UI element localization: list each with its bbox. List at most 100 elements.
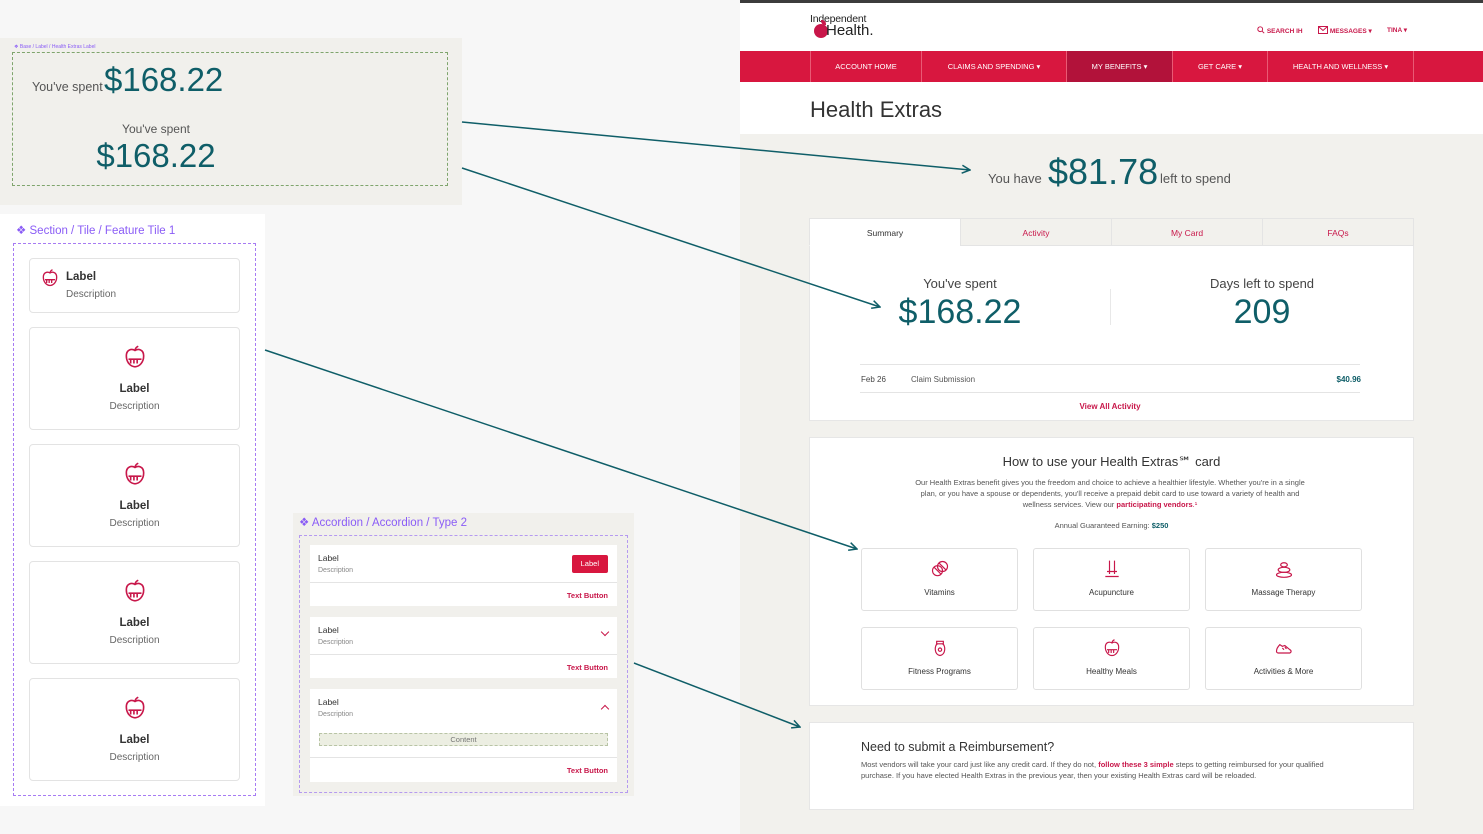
nav-health-and-wellness[interactable]: HEALTH AND WELLNESS ▾ <box>1268 51 1413 82</box>
service-label: Healthy Meals <box>1086 667 1137 676</box>
feature-tile-vertical[interactable]: Label Description <box>29 561 240 664</box>
nav-get-care[interactable]: GET CARE ▾ <box>1173 51 1267 82</box>
view-all-activity-link[interactable]: View All Activity <box>860 402 1360 411</box>
accordion-label: Label <box>318 625 339 635</box>
caret-down-icon: ▾ <box>1368 28 1372 35</box>
nav-claims-and-spending[interactable]: CLAIMS AND SPENDING ▾ <box>922 51 1066 82</box>
messages-label: MESSAGES <box>1329 28 1367 35</box>
apple-icon <box>122 695 148 726</box>
tile-description: Description <box>109 635 160 646</box>
how-to-body: Our Health Extras benefit gives you the … <box>910 477 1310 510</box>
accordion-item[interactable]: Label Description Label Text Button <box>310 545 617 606</box>
service-tile-acupuncture[interactable]: Acupuncture <box>1033 548 1190 611</box>
chevron-down-icon[interactable] <box>600 627 610 637</box>
accordion-label: Label <box>318 553 339 563</box>
text-button[interactable]: Text Button <box>567 766 608 775</box>
caret-down-icon: ▾ <box>1384 62 1389 71</box>
spent-amount: $168.22 <box>898 293 1022 331</box>
accordion-item[interactable]: Label Description Text Button <box>310 617 617 678</box>
service-tile-healthy-meals[interactable]: Healthy Meals <box>1033 627 1190 690</box>
service-tile-massage-therapy[interactable]: Massage Therapy <box>1205 548 1362 611</box>
accordion-divider <box>310 582 617 583</box>
participating-vendors-link[interactable]: participating vendors <box>1116 500 1192 509</box>
annual-earning: Annual Guaranteed Earning: $250 <box>809 521 1414 530</box>
nav-label: MY BENEFITS <box>1091 62 1142 71</box>
vitamins-icon <box>862 559 1017 584</box>
centered-spent-label: You've spent <box>122 122 190 136</box>
accordion-item-expanded[interactable]: Label Description Content Text Button <box>310 689 617 782</box>
messages-menu[interactable]: MESSAGES ▾ <box>1318 26 1372 35</box>
search-label: SEARCH IH <box>1266 28 1303 35</box>
service-tile-vitamins[interactable]: Vitamins <box>861 548 1018 611</box>
nav-my-benefits[interactable]: MY BENEFITS ▾ <box>1067 51 1172 82</box>
tile-label: Label <box>119 617 150 629</box>
service-label: Massage Therapy <box>1251 588 1316 597</box>
page-title: Health Extras <box>810 97 943 122</box>
nav-label: HEALTH AND WELLNESS <box>1292 62 1383 71</box>
user-name: TINA <box>1387 27 1402 34</box>
activity-amount: $40.96 <box>1336 375 1361 384</box>
service-label: Acupuncture <box>1089 588 1134 597</box>
how-to-text: Our Health Extras benefit gives you the … <box>915 478 1305 509</box>
balance-suffix: left to spend <box>1160 171 1231 186</box>
service-label: Activities & More <box>1253 667 1314 676</box>
apple-icon <box>122 344 148 375</box>
tile-description: Description <box>66 289 117 300</box>
apple-icon <box>40 268 60 293</box>
tile-description: Description <box>109 401 160 412</box>
centered-spent-amount: $168.22 <box>96 137 216 174</box>
accordion-content-slot: Content <box>319 733 608 746</box>
activity-date: Feb 26 <box>861 375 886 384</box>
tile-label: Label <box>66 271 97 283</box>
nav-label: ACCOUNT HOME <box>835 62 897 71</box>
massage-icon <box>1206 559 1361 584</box>
tile-label: Label <box>119 500 150 512</box>
health-extras-page: Independent Health. SEARCH IH MESSAGES ▾… <box>740 0 1483 834</box>
stat-divider <box>1110 289 1111 325</box>
inline-spent-label: You've spent <box>32 80 103 94</box>
tile-label: Label <box>119 383 150 395</box>
feature-tile-frame-title: ❖ Section / Tile / Feature Tile 1 <box>16 225 176 237</box>
earning-label: Annual Guaranteed Earning: <box>1054 521 1150 530</box>
balance-prefix: You have <box>988 171 1042 186</box>
text-button[interactable]: Text Button <box>567 663 608 672</box>
service-tile-activities-and-more[interactable]: Activities & More <box>1205 627 1362 690</box>
envelope-icon <box>1318 26 1328 34</box>
tab-faqs[interactable]: FAQs <box>1262 218 1414 246</box>
logo-text-bottom: Health. <box>826 22 874 39</box>
inline-spent-amount: $168.22 <box>104 61 224 98</box>
feature-tile-vertical[interactable]: Label Description <box>29 678 240 781</box>
tab-activity[interactable]: Activity <box>960 218 1112 246</box>
apple-icon <box>122 461 148 492</box>
spent-label: You've spent <box>923 276 997 291</box>
follow-steps-link[interactable]: follow these 3 simple <box>1098 760 1173 769</box>
chevron-up-icon[interactable] <box>600 704 610 714</box>
activity-divider <box>860 392 1360 393</box>
shoe-icon <box>1206 638 1361 663</box>
user-menu[interactable]: TINA ▾ <box>1387 26 1407 34</box>
tile-description: Description <box>109 518 160 529</box>
nav-divider <box>1413 51 1414 82</box>
service-label: Fitness Programs <box>908 667 971 676</box>
caret-down-icon: ▾ <box>1143 62 1148 71</box>
caret-down-icon: ▾ <box>1036 62 1041 71</box>
service-tile-fitness-programs[interactable]: Fitness Programs <box>861 627 1018 690</box>
accordion-badge: Label <box>571 555 608 573</box>
nav-label: GET CARE <box>1197 62 1237 71</box>
main-nav: ACCOUNT HOME CLAIMS AND SPENDING ▾ MY BE… <box>740 51 1483 82</box>
how-to-title: How to use your Health Extras℠ card <box>1002 454 1221 469</box>
feature-tile-vertical[interactable]: Label Description <box>29 444 240 547</box>
text-button[interactable]: Text Button <box>567 591 608 600</box>
search-icon <box>1257 26 1265 34</box>
reimbursement-title: Need to submit a Reimbursement? <box>861 740 1055 754</box>
apple-icon <box>1034 638 1189 663</box>
tab-my-card[interactable]: My Card <box>1111 218 1263 246</box>
feature-tile-vertical[interactable]: Label Description <box>29 327 240 430</box>
fitness-icon <box>862 638 1017 663</box>
apple-icon <box>122 578 148 609</box>
nav-account-home[interactable]: ACCOUNT HOME <box>811 51 921 82</box>
search-link[interactable]: SEARCH IH <box>1257 26 1303 35</box>
tab-summary[interactable]: Summary <box>809 218 961 246</box>
feature-tile-horizontal[interactable]: Label Description <box>29 258 240 313</box>
acupuncture-icon <box>1034 559 1189 584</box>
